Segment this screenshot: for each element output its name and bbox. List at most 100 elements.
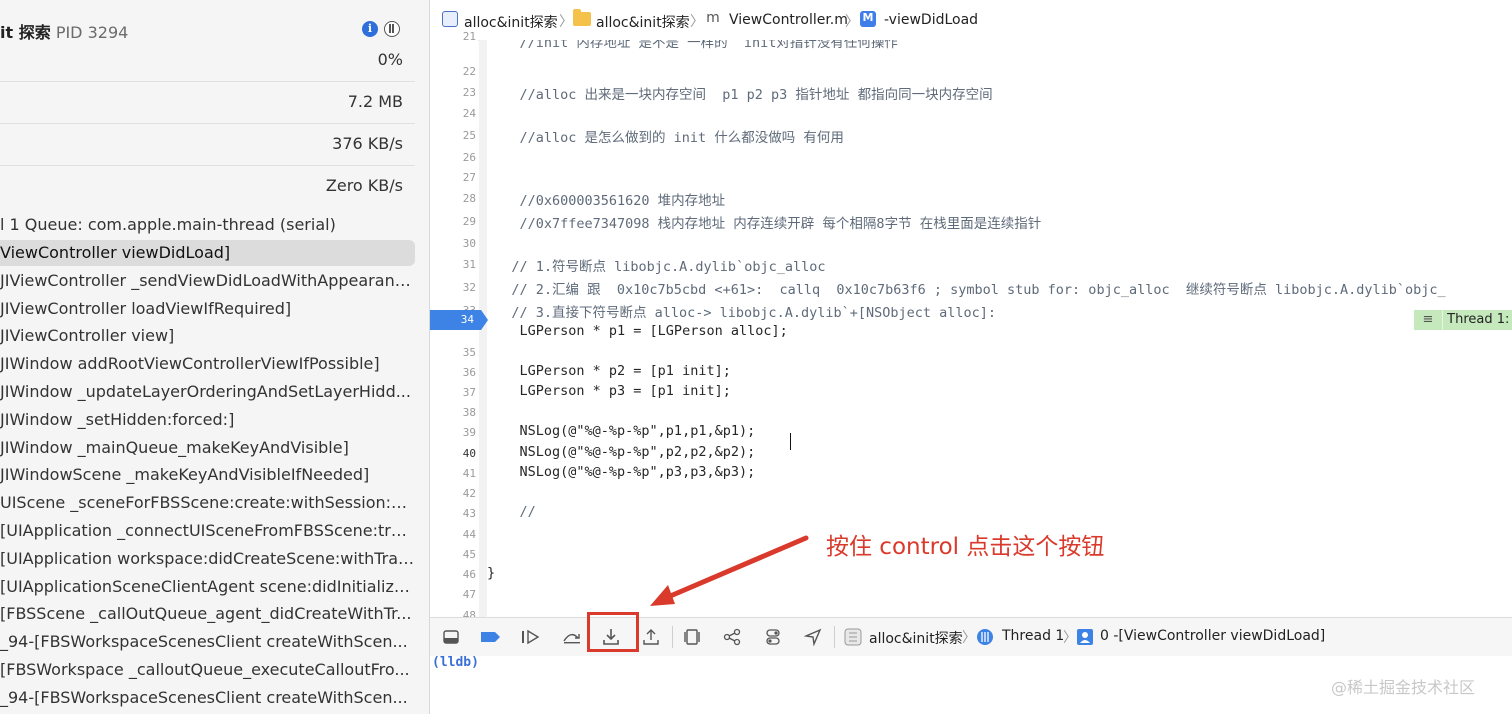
code-line: //0x600003561620 堆内存地址 [487, 193, 726, 209]
project-icon [442, 11, 458, 27]
location-icon[interactable] [804, 628, 822, 646]
stack-frame[interactable]: JIWindow _updateLayerOrderingAndSetLayer… [0, 379, 415, 405]
line-number: 39 [462, 426, 476, 439]
line-number: 36 [462, 366, 476, 379]
debug-breadcrumb-thread[interactable]: Thread 1 [1002, 628, 1064, 644]
line-number: 35 [462, 346, 476, 359]
stack-frame[interactable]: [FBSWorkspace _calloutQueue_executeCallo… [0, 657, 415, 683]
debug-breadcrumb-project[interactable]: alloc&init探索 [869, 628, 963, 648]
stack-frame[interactable]: ViewController viewDidLoad] [0, 240, 415, 266]
chevron-right-icon: 〉 [962, 630, 976, 646]
line-number: 27 [462, 171, 476, 184]
toolbar-separator [672, 626, 673, 648]
view-debugger-icon[interactable] [683, 628, 701, 646]
code-line: LGPerson * p2 = [p1 init]; [487, 363, 731, 379]
stack-frame[interactable]: UIScene _sceneForFBSScene:create:withSes… [0, 490, 415, 516]
chevron-right-icon: 〉 [845, 14, 859, 30]
method-icon: M [860, 11, 876, 27]
app-target-icon [844, 628, 862, 646]
line-number: 25 [462, 129, 476, 142]
thread-badge[interactable]: ≡ Thread 1: [1414, 310, 1512, 330]
code-line: LGPerson * p1 = [LGPerson alloc]; [487, 323, 788, 339]
stack-frame[interactable]: [UIApplication _connectUISceneFromFBSSce… [0, 518, 415, 544]
code-line: NSLog(@"%@-%p-%p",p1,p1,&p1); [487, 423, 756, 439]
code-line: NSLog(@"%@-%p-%p",p2,p2,&p2); [487, 444, 756, 460]
environment-overrides-icon[interactable] [764, 628, 782, 646]
line-number: 40 [462, 447, 476, 460]
line-number: 29 [462, 215, 476, 228]
step-out-icon[interactable] [642, 628, 660, 646]
code-line: // 3.直接下符号断点 alloc-> libobjc.A.dylib`+[N… [487, 305, 997, 321]
code-line: //0x7ffee7347098 栈内存地址 内存连续开辟 每个相隔8字节 在栈… [487, 216, 1042, 232]
stack-frame[interactable]: JIViewController loadViewIfRequired] [0, 296, 415, 322]
line-number: 46 [462, 568, 476, 581]
info-icon[interactable]: i [362, 21, 378, 37]
stack-frame[interactable]: [UIApplication workspace:didCreateScene:… [0, 546, 415, 572]
cpu-value: 0% [377, 50, 403, 69]
line-number: 47 [462, 588, 476, 601]
stack-frame[interactable]: JIWindowScene _makeKeyAndVisibleIfNeeded… [0, 462, 415, 488]
network-gauge[interactable]: Zero KB/s [0, 166, 415, 207]
disk-gauge[interactable]: 376 KB/s [0, 124, 415, 166]
chevron-right-icon: 〉 [559, 14, 573, 30]
memory-graph-icon[interactable] [723, 628, 741, 646]
code-line: // [487, 504, 536, 520]
breadcrumb-folder[interactable]: alloc&init探索 [596, 12, 690, 32]
line-number: 41 [462, 467, 476, 480]
cpu-gauge[interactable]: 0% [0, 40, 415, 82]
memory-value: 7.2 MB [347, 92, 403, 111]
stack-frame[interactable]: JIViewController _sendViewDidLoadWithApp… [0, 268, 415, 294]
line-number: 24 [462, 107, 476, 120]
code-line: // 1.符号断点 libobjc.A.dylib`objc_alloc [487, 259, 826, 275]
watermark: @稀土掘金技术社区 [1331, 678, 1476, 697]
chevron-right-icon: 〉 [1063, 630, 1077, 646]
user-frame-icon [1076, 628, 1094, 646]
breadcrumb-file[interactable]: ViewController.m [729, 12, 848, 28]
code-line: //alloc 是怎么做到的 init 什么都没做吗 有何用 [487, 130, 844, 146]
stack-frame[interactable]: _94-[FBSWorkspaceScenesClient createWith… [0, 629, 415, 655]
debug-breadcrumb-frame[interactable]: 0 -[ViewController viewDidLoad] [1100, 628, 1325, 644]
threads-icon[interactable] [384, 21, 400, 37]
code-line: NSLog(@"%@-%p-%p",p3,p3,&p3); [487, 464, 756, 480]
lines-icon: ≡ [1414, 310, 1443, 330]
chevron-right-icon: 〉 [690, 14, 704, 30]
stack-frame[interactable]: _94-[FBSWorkspaceScenesClient createWith… [0, 685, 415, 711]
stack-frame[interactable]: JIWindow addRootViewControllerViewIfPoss… [0, 351, 415, 377]
stack-frame[interactable]: JIWindow _mainQueue_makeKeyAndVisible] [0, 435, 415, 461]
stack-frame[interactable]: JIWindow _setHidden:forced:] [0, 407, 415, 433]
line-number: 32 [462, 281, 476, 294]
code-line: // 2.汇编 跟 0x10c7b5cbd <+61>: callq 0x10c… [487, 282, 1446, 298]
folder-icon [573, 9, 591, 26]
annotation-highlight-box [587, 612, 639, 652]
code-line: //alloc 出来是一块内存空间 p1 p2 p3 指针地址 都指向同一块内存… [487, 87, 993, 103]
stack-frame[interactable]: [UIApplicationSceneClientAgent scene:did… [0, 574, 415, 600]
line-number: 21 [462, 30, 476, 43]
continue-icon[interactable] [520, 628, 540, 646]
line-number: 22 [462, 65, 476, 78]
code-line: } [487, 565, 496, 581]
line-number: 37 [462, 386, 476, 399]
line-number: 26 [462, 151, 476, 164]
thread-badge-label: Thread 1: [1447, 312, 1510, 327]
line-number: 45 [462, 548, 476, 561]
line-number: 31 [462, 258, 476, 271]
line-number: 38 [462, 406, 476, 419]
breadcrumb-method[interactable]: -viewDidLoad [884, 12, 978, 28]
lldb-prompt: (lldb) [432, 655, 479, 670]
hide-console-icon[interactable] [442, 628, 460, 646]
network-value: Zero KB/s [325, 176, 403, 195]
thread-header[interactable]: l 1 Queue: com.apple.main-thread (serial… [0, 212, 415, 238]
line-number: 23 [462, 86, 476, 99]
breadcrumb-project[interactable]: alloc&init探索 [464, 12, 558, 32]
stack-frame[interactable]: JIViewController view] [0, 323, 415, 349]
code-line: LGPerson * p3 = [p1 init]; [487, 383, 731, 399]
line-number: 42 [462, 487, 476, 500]
text-caret [790, 433, 791, 450]
memory-gauge[interactable]: 7.2 MB [0, 82, 415, 124]
line-number: 28 [462, 192, 476, 205]
breakpoints-toggle-icon[interactable] [480, 628, 500, 646]
breakpoint-marker[interactable]: 34 [430, 310, 488, 330]
stack-frame[interactable]: [FBSScene _callOutQueue_agent_didCreateW… [0, 601, 415, 627]
step-over-icon[interactable] [562, 628, 580, 646]
disk-value: 376 KB/s [332, 134, 403, 153]
